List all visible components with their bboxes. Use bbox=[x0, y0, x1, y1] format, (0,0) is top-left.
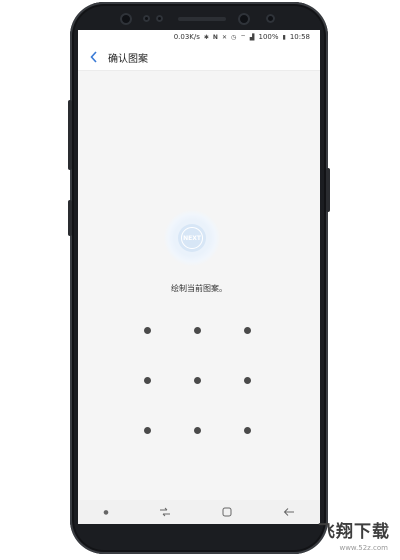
bixby-button bbox=[68, 200, 72, 236]
watermark: 飞翔下载 www.52z.com bbox=[318, 517, 390, 552]
navigation-bar: ● bbox=[78, 500, 320, 524]
front-camera bbox=[238, 13, 250, 25]
screen: 0.03K/s ✱ N ✕ ◷ ⌔ ▟ 100% ▮ 10:58 确认图案 NE… bbox=[78, 30, 320, 524]
volume-button bbox=[68, 100, 72, 170]
pattern-dot-3[interactable] bbox=[244, 327, 251, 334]
pattern-dot-6[interactable] bbox=[244, 377, 251, 384]
pattern-dot-2[interactable] bbox=[194, 327, 201, 334]
watermark-text: 飞翔下载 bbox=[318, 522, 390, 542]
pattern-dot-8[interactable] bbox=[194, 427, 201, 434]
iris-sensor bbox=[120, 13, 132, 25]
recents-icon[interactable] bbox=[159, 507, 171, 517]
dot-icon[interactable]: ● bbox=[103, 509, 108, 516]
pattern-grid[interactable] bbox=[78, 30, 320, 524]
watermark-url: www.52z.com bbox=[339, 544, 388, 552]
power-button bbox=[326, 168, 330, 212]
pattern-dot-1[interactable] bbox=[144, 327, 151, 334]
light-sensor bbox=[156, 15, 163, 22]
pattern-dot-4[interactable] bbox=[144, 377, 151, 384]
iris-camera bbox=[266, 14, 275, 23]
pattern-dot-7[interactable] bbox=[144, 427, 151, 434]
home-icon[interactable] bbox=[222, 507, 232, 517]
earpiece bbox=[178, 17, 226, 21]
pattern-dot-9[interactable] bbox=[244, 427, 251, 434]
back-arrow-icon[interactable] bbox=[283, 507, 295, 517]
pattern-dot-5[interactable] bbox=[194, 377, 201, 384]
proximity-sensor bbox=[143, 15, 150, 22]
